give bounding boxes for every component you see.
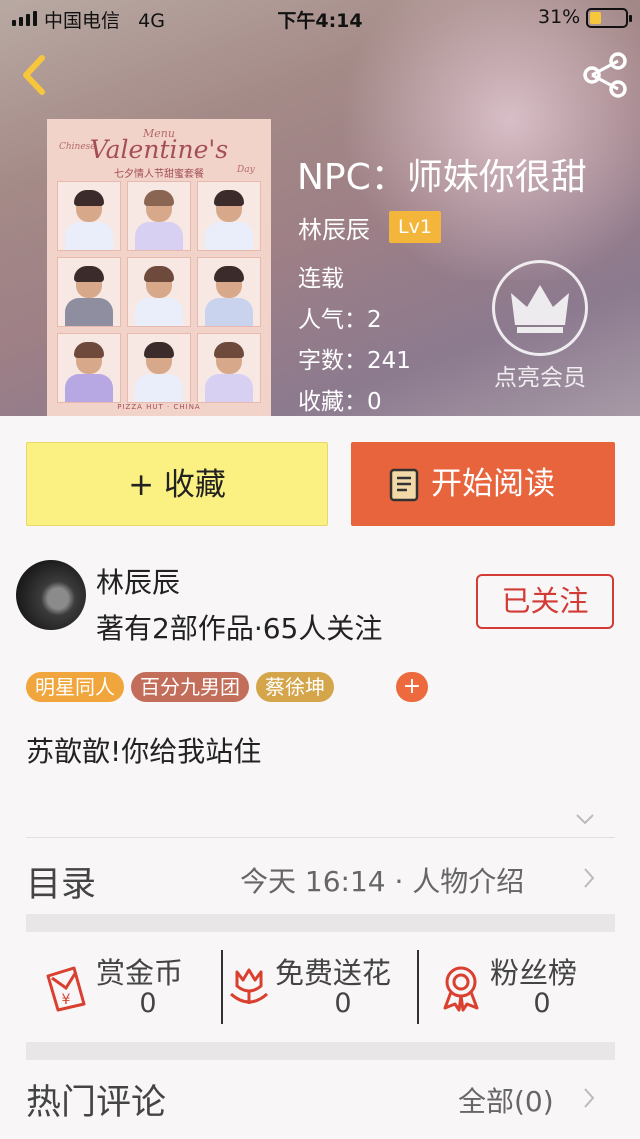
avatar[interactable] xyxy=(16,560,86,630)
author-name[interactable]: 林辰辰 xyxy=(298,210,370,245)
cover-portrait xyxy=(57,257,121,327)
cover-portrait xyxy=(127,333,191,403)
share-icon xyxy=(583,52,627,98)
tag-chip[interactable]: 蔡徐坤 xyxy=(256,672,334,702)
cover-portrait xyxy=(57,181,121,251)
book-title: NPC：师妹你很甜 xyxy=(297,157,587,198)
level-badge: Lv1 xyxy=(389,211,441,243)
vip-button[interactable] xyxy=(492,260,588,356)
toc-title[interactable]: 目录 xyxy=(26,856,96,907)
reward-coins-label: 赏金币 xyxy=(96,956,184,990)
chevron-down-icon[interactable] xyxy=(575,812,595,826)
book-popularity: 人气：2 xyxy=(298,307,382,333)
fan-ranking-label: 粉丝榜 xyxy=(490,956,578,990)
collect-button[interactable]: + 收藏 xyxy=(26,442,328,526)
red-envelope-icon: ¥ xyxy=(46,966,86,1012)
book-header: 中国电信 4G 下午4:14 31% Menu Chinese Valentin… xyxy=(0,0,640,416)
cover-portrait xyxy=(127,181,191,251)
vip-label[interactable]: 点亮会员 xyxy=(478,358,602,392)
toc-latest-update[interactable]: 今天 16:14 · 人物介绍 xyxy=(240,860,524,900)
status-bar: 中国电信 4G 下午4:14 31% xyxy=(0,0,640,36)
cover-title: Valentine's xyxy=(89,135,229,164)
chevron-right-icon[interactable] xyxy=(582,1086,596,1110)
add-tag-button[interactable]: + xyxy=(396,672,428,702)
reward-coins-item[interactable]: ¥ 赏金币 0 xyxy=(26,950,221,1026)
tag-list: 明星同人 百分九男团 蔡徐坤 xyxy=(26,672,334,702)
writer-stats: 著有2部作品·65人关注 xyxy=(96,612,383,645)
flower-icon xyxy=(230,968,268,1004)
free-flowers-label: 免费送花 xyxy=(275,956,392,990)
battery-icon xyxy=(586,8,632,28)
cover-photo-grid xyxy=(57,181,261,403)
start-reading-button[interactable]: 开始阅读 xyxy=(351,442,615,526)
cover-portrait xyxy=(197,181,261,251)
writer-name[interactable]: 林辰辰 xyxy=(96,561,180,601)
book-favorites: 收藏：0 xyxy=(298,389,382,415)
share-button[interactable] xyxy=(580,52,630,98)
follow-button[interactable]: 已关注 xyxy=(476,574,614,629)
cover-subtitle: 七夕情人节甜蜜套餐 xyxy=(114,169,204,180)
free-flowers-item[interactable]: 免费送花 0 xyxy=(223,950,417,1026)
all-comments-link[interactable]: 全部(0) xyxy=(458,1080,554,1120)
reward-coins-value: 0 xyxy=(139,988,157,1019)
crown-icon xyxy=(511,285,569,333)
svg-text:¥: ¥ xyxy=(62,992,71,1008)
book-word-count: 字数：241 xyxy=(298,348,411,374)
hot-comments-title: 热门评论 xyxy=(26,1083,167,1123)
cover-portrait xyxy=(57,333,121,403)
tag-chip[interactable]: 明星同人 xyxy=(26,672,124,702)
medal-icon xyxy=(443,966,479,1012)
book-status: 连载 xyxy=(298,266,344,292)
start-reading-label: 开始阅读 xyxy=(431,466,555,502)
cover-portrait xyxy=(127,257,191,327)
chevron-left-icon xyxy=(23,55,45,95)
cover-portrait xyxy=(197,257,261,327)
battery-percent: 31% xyxy=(538,6,581,28)
section-separator xyxy=(26,1042,615,1060)
cover-portrait xyxy=(197,333,261,403)
book-icon xyxy=(389,468,419,502)
cover-footer: PIZZA HUT · CHINA xyxy=(117,403,201,411)
chevron-right-icon[interactable] xyxy=(582,866,596,890)
section-separator xyxy=(26,914,615,932)
fan-ranking-value: 0 xyxy=(533,988,551,1019)
book-cover[interactable]: Menu Chinese Valentine's Day 七夕情人节甜蜜套餐 P… xyxy=(47,119,271,416)
divider xyxy=(26,837,615,838)
tag-chip[interactable]: 百分九男团 xyxy=(131,672,249,702)
book-summary: 苏歆歆!你给我站住 xyxy=(26,735,262,768)
free-flowers-value: 0 xyxy=(334,988,352,1019)
fan-ranking-item[interactable]: 粉丝榜 0 xyxy=(419,950,615,1026)
back-button[interactable] xyxy=(14,50,54,100)
